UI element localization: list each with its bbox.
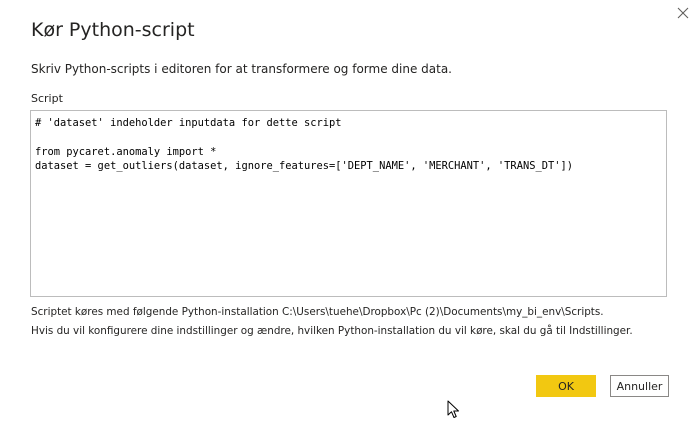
- code-line: from pycaret.anomaly import *: [35, 145, 217, 158]
- dialog-description: Skriv Python-scripts i editoren for at t…: [31, 62, 452, 76]
- code-line: dataset = get_outliers(dataset, ignore_f…: [35, 159, 573, 172]
- script-editor[interactable]: # 'dataset' indeholder inputdata for det…: [30, 110, 667, 297]
- script-label: Script: [31, 92, 63, 105]
- code-line: # 'dataset' indeholder inputdata for det…: [35, 117, 342, 129]
- python-installation-info: Scriptet køres med følgende Python-insta…: [31, 306, 604, 318]
- settings-hint: Hvis du vil konfigurere dine indstilling…: [31, 325, 633, 337]
- dialog-title: Kør Python-script: [31, 19, 195, 41]
- cancel-button[interactable]: Annuller: [610, 375, 669, 397]
- mouse-cursor-icon: [447, 400, 461, 420]
- close-icon[interactable]: [672, 2, 694, 24]
- ok-button[interactable]: OK: [536, 375, 596, 397]
